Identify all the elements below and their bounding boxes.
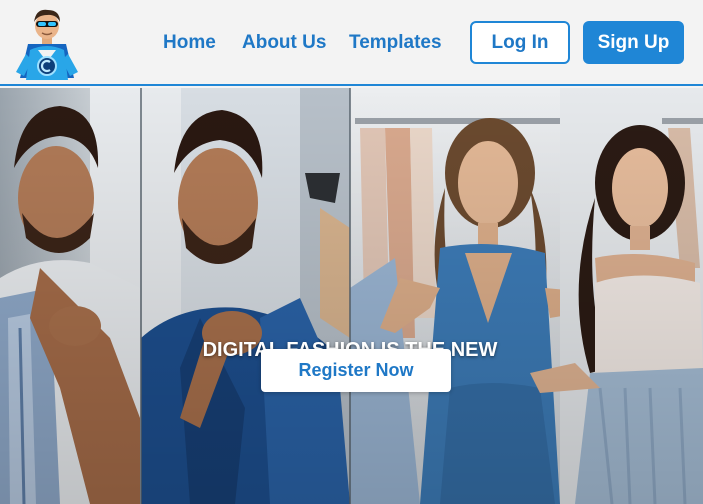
hero-banner: DIGITAL FASHION IS THE NEW CHAPTER (0, 88, 703, 504)
hero-background-image (0, 88, 703, 504)
top-navbar: Home About Us Templates Log In Sign Up (0, 0, 703, 86)
superhero-logo-icon[interactable] (12, 6, 82, 82)
nav-about-link[interactable]: About Us (242, 32, 326, 54)
nav-home-link[interactable]: Home (163, 32, 216, 54)
nav-templates-link[interactable]: Templates (349, 32, 442, 54)
login-button[interactable]: Log In (470, 21, 570, 64)
register-now-button[interactable]: Register Now (261, 349, 451, 392)
signup-button[interactable]: Sign Up (583, 21, 684, 64)
